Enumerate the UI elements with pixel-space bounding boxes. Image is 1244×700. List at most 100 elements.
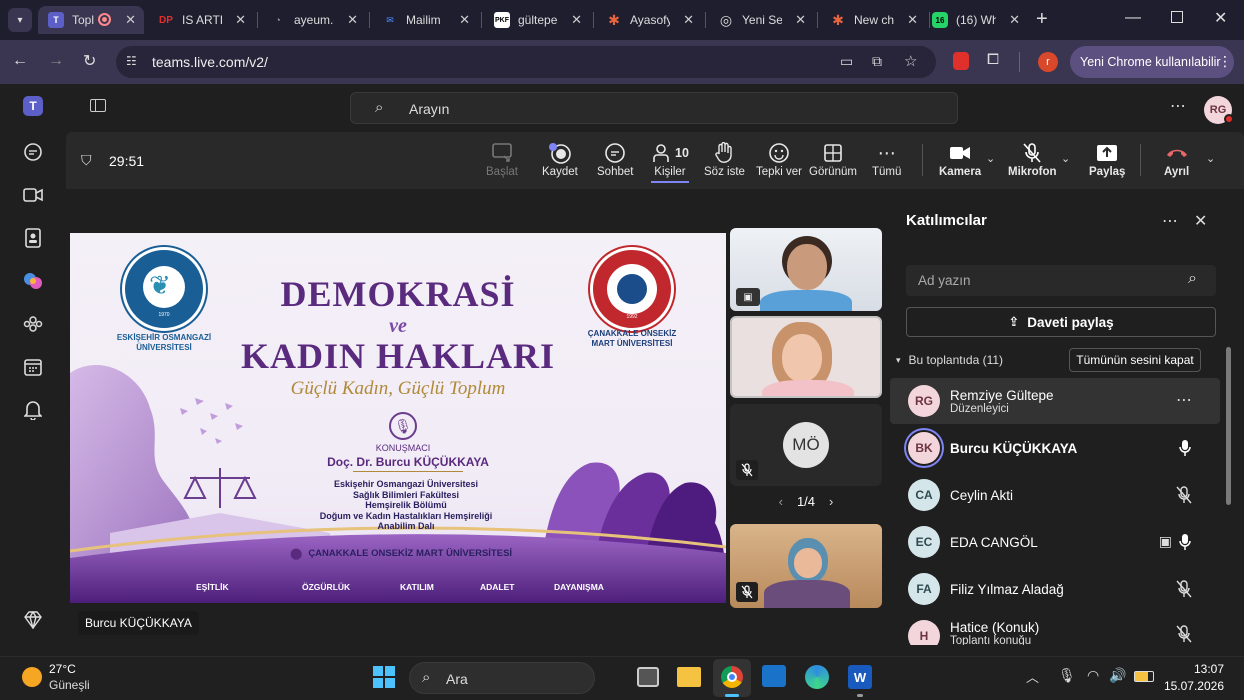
previous-page-icon[interactable]: ‹: [779, 494, 783, 509]
windows-start-icon[interactable]: [373, 666, 395, 688]
mic-off-icon[interactable]: [1176, 486, 1192, 504]
battery-icon[interactable]: [1134, 671, 1154, 682]
bookmark-star-icon[interactable]: ☆: [904, 52, 917, 70]
edge-icon[interactable]: [805, 665, 829, 689]
address-bar[interactable]: ☷ teams.live.com/v2/ ▭ ⧉ ☆: [116, 46, 936, 78]
extension-shield-icon[interactable]: [953, 52, 969, 70]
reload-icon[interactable]: ↻: [83, 51, 96, 71]
tab-mailim[interactable]: ✉ Mailim ✕: [372, 6, 478, 34]
teams-search-input[interactable]: ⌕ Arayın: [350, 92, 958, 124]
share-invite-button[interactable]: ⇪ Daveti paylaş: [906, 307, 1216, 337]
close-tab-icon[interactable]: ✕: [125, 12, 136, 28]
contacts-icon[interactable]: [21, 226, 45, 250]
share-button[interactable]: Paylaş: [1089, 140, 1125, 178]
communities-icon[interactable]: [21, 312, 45, 336]
tab-ayasofya[interactable]: ✱ Ayasofy ✕: [596, 6, 702, 34]
mute-all-button[interactable]: Tümünün sesini kapat: [1069, 348, 1201, 372]
file-explorer-icon[interactable]: [677, 667, 701, 687]
raise-hand-button[interactable]: Söz iste: [704, 140, 745, 178]
participant-row[interactable]: EC EDA CANGÖL ▣: [890, 519, 1220, 565]
close-tab-icon[interactable]: ✕: [459, 12, 470, 28]
video-tile-3[interactable]: MÖ: [730, 404, 882, 486]
video-tile-2[interactable]: [730, 316, 882, 398]
activity-bell-icon[interactable]: [21, 398, 45, 422]
leave-options-chevron-icon[interactable]: ⌄: [1206, 152, 1215, 165]
show-hidden-icons-chevron[interactable]: ︿: [1026, 667, 1039, 686]
in-meeting-section[interactable]: ▾ Bu toplantıda (11): [896, 353, 1003, 367]
install-app-icon[interactable]: ⧉: [872, 53, 882, 70]
participant-row[interactable]: BK Burcu KÜÇÜKKAYA: [890, 425, 1220, 471]
close-tab-icon[interactable]: ✕: [571, 12, 582, 28]
shield-icon[interactable]: ⛉: [81, 152, 92, 169]
tab-ayeum[interactable]: ◔ ayeum.c ✕: [260, 6, 366, 34]
participant-search-input[interactable]: Ad yazın ⌕: [906, 265, 1216, 296]
close-panel-icon[interactable]: ✕: [1194, 211, 1207, 231]
participant-row[interactable]: H Hatice (Konuk) Toplantı konuğu: [890, 613, 1220, 645]
profile-avatar[interactable]: r: [1038, 52, 1058, 72]
copilot-icon[interactable]: [21, 269, 45, 293]
extensions-puzzle-icon[interactable]: ⧠: [987, 51, 999, 68]
view-button[interactable]: Görünüm: [809, 140, 857, 178]
meet-video-icon[interactable]: [21, 183, 45, 207]
video-tile-1[interactable]: ▣: [730, 228, 882, 311]
minimize-window-button[interactable]: —: [1125, 9, 1141, 27]
camera-button[interactable]: Kamera: [939, 140, 981, 178]
wifi-icon[interactable]: ◠: [1087, 667, 1099, 684]
microphone-tray-icon[interactable]: 🎙: [1058, 667, 1076, 684]
clock-date[interactable]: 15.07.2026: [1160, 679, 1224, 693]
close-window-button[interactable]: ✕: [1214, 8, 1227, 28]
taskbar-search[interactable]: ⌕ Ara: [409, 662, 595, 694]
task-view-icon[interactable]: [637, 667, 659, 687]
tab-yeni-sekme[interactable]: ◎ Yeni Sek ✕: [708, 6, 814, 34]
close-tab-icon[interactable]: ✕: [1009, 12, 1020, 28]
close-tab-icon[interactable]: ✕: [683, 12, 694, 28]
participant-row[interactable]: CA Ceylin Akti: [890, 472, 1220, 518]
camera-in-use-icon[interactable]: ▭: [840, 53, 853, 70]
site-settings-icon[interactable]: ☷: [126, 54, 137, 68]
chrome-taskbar-button[interactable]: [713, 659, 751, 697]
leave-button[interactable]: Ayrıl: [1164, 140, 1189, 178]
tab-gultepe[interactable]: PKF gültepe ✕: [484, 6, 590, 34]
react-button[interactable]: Tepki ver: [756, 140, 802, 178]
volume-icon[interactable]: 🔊: [1109, 667, 1126, 684]
back-arrow-icon[interactable]: ←: [12, 52, 28, 70]
tab-search-button[interactable]: ▾: [8, 8, 32, 32]
people-button[interactable]: 10 Kişiler: [651, 140, 689, 183]
camera-options-chevron-icon[interactable]: ⌄: [986, 152, 995, 165]
restore-window-button[interactable]: [1171, 11, 1183, 23]
participant-row[interactable]: FA Filiz Yılmaz Aladağ: [890, 566, 1220, 612]
record-button[interactable]: Kaydet: [542, 140, 578, 178]
tab-teams[interactable]: T Topl ✕: [38, 6, 144, 34]
weather-sun-icon[interactable]: [22, 667, 42, 687]
close-tab-icon[interactable]: ✕: [907, 12, 918, 28]
close-tab-icon[interactable]: ✕: [795, 12, 806, 28]
mic-off-icon[interactable]: [1176, 625, 1192, 643]
next-page-icon[interactable]: ›: [829, 494, 833, 509]
panel-more-icon[interactable]: ⋯: [1162, 211, 1178, 231]
mic-options-chevron-icon[interactable]: ⌄: [1061, 152, 1070, 165]
more-button[interactable]: ⋯ Tümü: [872, 140, 901, 179]
forward-arrow-icon[interactable]: →: [48, 52, 64, 70]
tab-whatsapp[interactable]: 16 (16) Wh ✕: [922, 6, 1028, 34]
panel-scrollbar[interactable]: [1226, 347, 1231, 505]
sidebar-toggle-icon[interactable]: [90, 99, 106, 112]
word-icon[interactable]: W: [848, 665, 872, 689]
close-tab-icon[interactable]: ✕: [235, 12, 246, 28]
more-options-icon[interactable]: ⋯: [1170, 96, 1186, 116]
tab-new-chat[interactable]: ✱ New ch ✕: [820, 6, 926, 34]
new-tab-button[interactable]: +: [1036, 9, 1048, 29]
mic-off-icon[interactable]: [1176, 580, 1192, 598]
calendar-icon[interactable]: [21, 355, 45, 379]
tab-is-artif[interactable]: DP IS ARTIF ✕: [148, 6, 254, 34]
premium-diamond-icon[interactable]: [21, 608, 45, 632]
participant-row[interactable]: RG Remziye Gültepe Düzenleyici ⋯: [890, 378, 1220, 424]
chrome-update-button[interactable]: Yeni Chrome kullanılabilir ⋮: [1070, 46, 1234, 78]
mic-on-icon[interactable]: [1178, 439, 1192, 457]
close-tab-icon[interactable]: ✕: [347, 12, 358, 28]
start-button[interactable]: Başlat: [486, 140, 518, 178]
outlook-mail-icon[interactable]: [762, 665, 786, 687]
mic-on-icon[interactable]: [1178, 533, 1192, 551]
mic-button[interactable]: Mikrofon: [1008, 140, 1057, 178]
clock-time[interactable]: 13:07: [1166, 662, 1224, 676]
video-tile-4[interactable]: [730, 524, 882, 608]
